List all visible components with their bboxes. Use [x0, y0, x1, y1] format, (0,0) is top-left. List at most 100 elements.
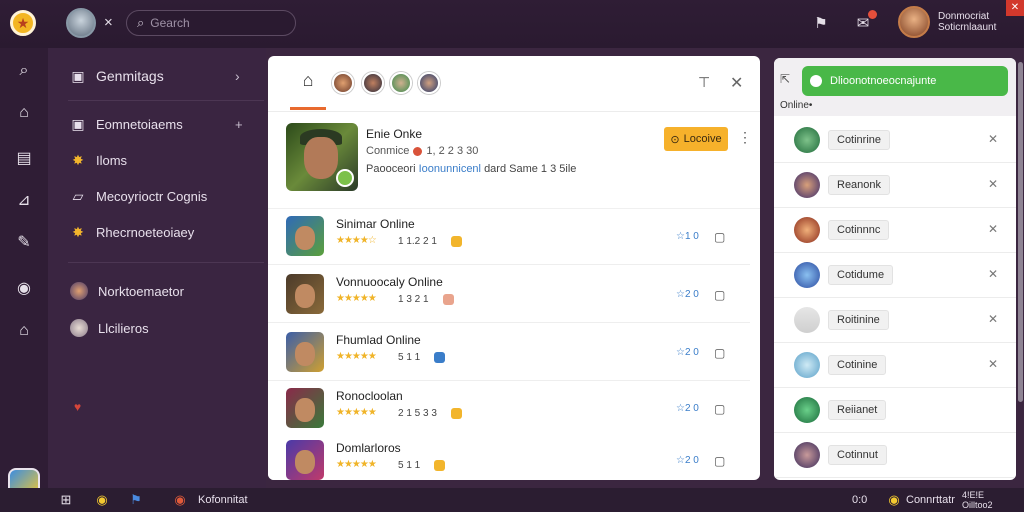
category-icon — [434, 460, 446, 471]
friend-row[interactable]: Cotinine ✕ — [774, 343, 1016, 388]
featured-game[interactable]: Enie Onke Conmice 1, 2 2 3 30 Paooceori … — [268, 113, 760, 203]
rating-value: ☆2 0 — [676, 347, 699, 358]
taskbar-app-label[interactable]: Kofonnitat — [198, 494, 248, 506]
game-thumbnail[interactable] — [286, 216, 324, 256]
back-arrow-icon[interactable]: ⇱ — [780, 72, 790, 86]
achievements-icon[interactable]: ⚑ — [812, 14, 830, 32]
bookmark-icon[interactable]: ▢ — [714, 230, 725, 244]
featured-description: Paooceori Ioonunnicenl dard Same 1 3 5il… — [366, 163, 577, 175]
game-name: Ronocloolan — [336, 389, 403, 403]
friend-name: Cotinnut — [828, 445, 887, 465]
tab-avatar-3[interactable] — [390, 72, 412, 94]
bookmark-icon[interactable]: ▢ — [714, 346, 725, 360]
start-icon[interactable]: ⊞ — [58, 492, 74, 508]
store-icon[interactable]: ⊿ — [14, 190, 34, 210]
play-button[interactable]: ⊙ Locoive — [664, 127, 728, 151]
media-icon[interactable]: ◉ — [14, 278, 34, 298]
list-item[interactable]: Domlarloros ★★★★★ 5 1 1 ☆2 0 ▢ — [268, 433, 750, 480]
flag-icon[interactable]: ⚑ — [128, 492, 144, 508]
avatar[interactable] — [794, 172, 820, 198]
friend-row[interactable]: Cotinnut — [774, 433, 1016, 478]
sidebar-item-2[interactable]: ▱ Mecoyrioctr Cognis — [70, 188, 208, 204]
avatar[interactable] — [794, 262, 820, 288]
home-icon[interactable]: ⌂ — [14, 104, 34, 124]
remove-icon[interactable]: ✕ — [988, 132, 998, 146]
settings-icon: ▣ — [71, 67, 85, 84]
tab-avatar-1[interactable] — [332, 72, 354, 94]
sidebar-item-5[interactable]: Llcilieros — [70, 319, 149, 337]
remove-icon[interactable]: ✕ — [988, 222, 998, 236]
friend-row[interactable]: Cotinnnc ✕ — [774, 208, 1016, 253]
browser-icon[interactable]: ◉ — [94, 492, 110, 508]
chrome-icon[interactable]: ◉ — [172, 492, 188, 508]
sidebar-item-4[interactable]: Norktoemaetor — [70, 282, 184, 300]
friend-name: Reiianet — [828, 400, 887, 420]
more-options-icon[interactable]: ⋮ — [738, 129, 752, 146]
friend-row[interactable]: Reanonk ✕ — [774, 163, 1016, 208]
game-meta: 5 1 1 — [398, 352, 446, 363]
close-icon[interactable]: ✕ — [730, 73, 743, 93]
tools-icon[interactable]: ✎ — [14, 232, 34, 252]
tab-avatar-4[interactable] — [418, 72, 440, 94]
window-close-button[interactable]: ✕ — [1006, 0, 1024, 16]
friend-name: Cotinnnc — [828, 220, 890, 240]
list-item[interactable]: Vonnuoocaly Online ★★★★★ 1 3 2 1 ☆2 0 ▢ — [268, 267, 750, 323]
search-input[interactable]: ⌕ Gearch — [126, 10, 296, 36]
coin-icon — [336, 169, 354, 187]
remove-icon[interactable]: ✕ — [988, 357, 998, 371]
featured-thumbnail[interactable] — [286, 123, 358, 191]
category-icon — [450, 408, 462, 419]
game-thumbnail[interactable] — [286, 440, 324, 480]
friend-row[interactable]: Reiianet — [774, 388, 1016, 433]
tab-home-icon[interactable]: ⌂ — [290, 70, 326, 110]
avatar[interactable] — [794, 217, 820, 243]
scrollbar[interactable] — [1018, 62, 1023, 402]
chevron-right-icon[interactable]: › — [235, 68, 240, 84]
sidebar-header[interactable]: ▣ Genmitags › — [70, 67, 239, 85]
friend-row[interactable]: Roitinine ✕ — [774, 298, 1016, 343]
avatar[interactable] — [794, 442, 820, 468]
avatar[interactable] — [794, 352, 820, 378]
sidebar-item-1[interactable]: ✸ Iloms — [70, 152, 127, 168]
profile-name[interactable]: Donmocriat Soticrnlaaunt — [938, 11, 996, 33]
avatar[interactable] — [794, 397, 820, 423]
plus-icon[interactable]: + — [235, 117, 243, 132]
sidebar-item-0[interactable]: ▣ Eomnetoiaems + — [70, 116, 242, 132]
featured-link[interactable]: Ioonunnicenl — [419, 163, 481, 175]
house-icon[interactable]: ⌂ — [14, 322, 34, 342]
close-search-icon[interactable]: × — [104, 14, 113, 31]
heart-icon[interactable]: ♥ — [74, 400, 81, 414]
list-item[interactable]: Fhumlad Online ★★★★★ 5 1 1 ☆2 0 ▢ — [268, 325, 750, 381]
pin-icon[interactable]: ⊤ — [698, 74, 710, 91]
play-icon: ⊙ — [670, 133, 680, 146]
profile-avatar[interactable] — [898, 6, 930, 38]
game-thumbnail[interactable] — [286, 388, 324, 428]
sidebar-item-3[interactable]: ✸ Rhecrnoeteoiaey — [70, 224, 194, 240]
library-icon[interactable]: ▤ — [14, 148, 34, 168]
list-item[interactable]: Ronocloolan ★★★★★ 2 1 5 3 3 ☆2 0 ▢ — [268, 381, 750, 437]
avatar[interactable] — [794, 127, 820, 153]
game-thumbnail[interactable] — [286, 332, 324, 372]
tab-avatar-2[interactable] — [362, 72, 384, 94]
bookmark-icon[interactable]: ▢ — [714, 288, 725, 302]
game-list: Sinimar Online ★★★★☆ 1 1.2 2 1 ☆1 0 ▢ Vonnuoo… — [268, 208, 760, 480]
remove-icon[interactable]: ✕ — [988, 267, 998, 281]
remove-icon[interactable]: ✕ — [988, 312, 998, 326]
taskbar-user[interactable]: Connrttatr — [906, 494, 955, 506]
user-avatar[interactable] — [66, 8, 96, 38]
tray-app-icon[interactable]: ◉ — [886, 492, 902, 508]
system-tray[interactable]: 4!E!E Oilltoo2 — [962, 490, 993, 510]
game-thumbnail[interactable] — [286, 274, 324, 314]
online-status-button[interactable]: Dlioonotnoeocnajunte — [802, 66, 1008, 96]
star-rating: ★★★★★ — [336, 293, 377, 304]
remove-icon[interactable]: ✕ — [988, 177, 998, 191]
avatar[interactable] — [794, 307, 820, 333]
friend-row[interactable]: Cotidume ✕ — [774, 253, 1016, 298]
search-icon[interactable]: ⌕ — [14, 62, 34, 82]
bookmark-icon[interactable]: ▢ — [714, 402, 725, 416]
search-placeholder: Gearch — [150, 16, 190, 30]
friend-row[interactable]: Cotinrine ✕ — [774, 118, 1016, 163]
list-item[interactable]: Sinimar Online ★★★★☆ 1 1.2 2 1 ☆1 0 ▢ — [268, 209, 750, 265]
bookmark-icon[interactable]: ▢ — [714, 454, 725, 468]
app-logo-icon[interactable]: ★ — [10, 10, 36, 36]
